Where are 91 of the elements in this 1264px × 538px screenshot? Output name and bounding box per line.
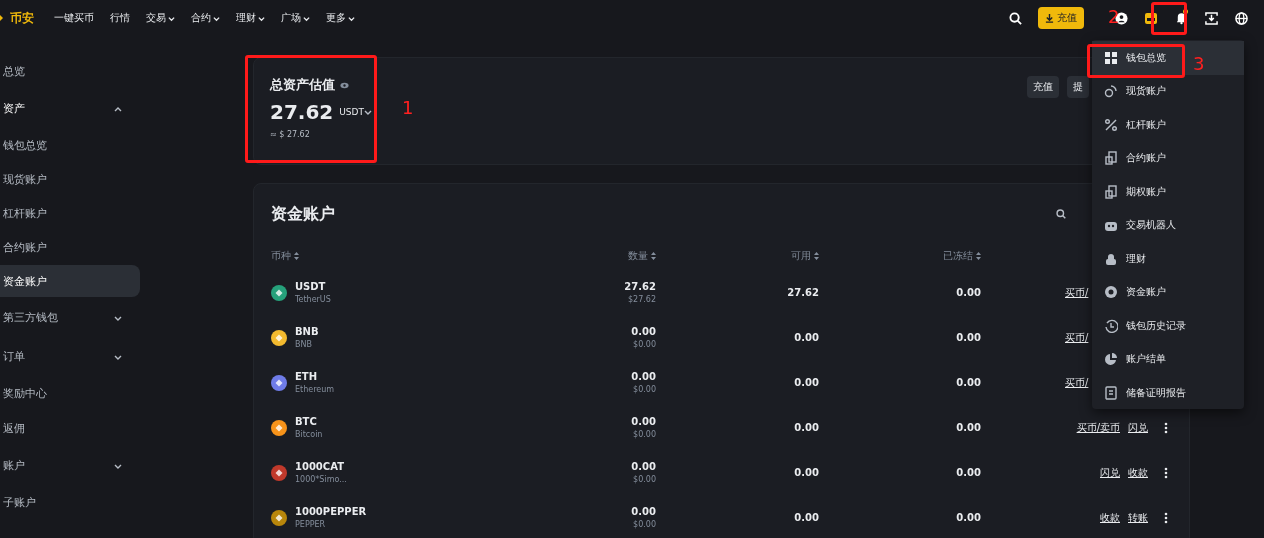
sidebar-item[interactable]: 账户 [3,458,25,473]
amount-cell: 0.00 [631,506,656,517]
amount-usd: $0.00 [632,430,656,439]
frozen-cell: 0.00 [956,422,981,433]
sidebar-item[interactable]: 合约账户 [0,231,140,263]
usd-value: ≈ $ 27.62 [270,130,311,139]
menu-item[interactable]: 钱包历史记录 [1092,309,1244,343]
amount-cell: 0.00 [631,461,656,472]
sidebar-item[interactable]: 钱包总览 [0,129,140,161]
frozen-cell: 0.00 [956,287,981,298]
coin-symbol: ETH [295,371,319,382]
menu-item[interactable]: 现货账户 [1092,74,1244,108]
menu-item[interactable]: 理财 [1092,242,1244,276]
menu-item[interactable]: 账户结单 [1092,342,1244,376]
amount-cell: 0.00 [631,416,656,427]
amount-usd: $0.00 [632,520,656,529]
sidebar-item[interactable]: 子账户 [3,495,36,510]
nav-link[interactable]: 行情 [110,11,130,25]
menu-item[interactable]: 资金账户 [1092,275,1244,309]
frozen-cell: 0.00 [956,377,981,388]
card-title: 资金账户 [271,203,335,225]
annotation-number: 3 [1193,53,1205,74]
amount-cell: 0.00 [631,371,656,382]
coin-name: TetherUS [295,295,331,304]
nav-link[interactable]: 一键买币 [54,11,94,25]
coin-symbol: BNB [295,326,319,337]
available-cell: 0.00 [794,377,819,388]
action-link[interactable]: 买币/ [1065,330,1089,345]
coin-name: PEPPER [295,520,327,529]
available-cell: 0.00 [794,422,819,433]
sidebar-item[interactable]: 奖励中心 [3,386,47,401]
coin-name: 1000*Simo... [295,475,347,484]
amount-cell: 27.62 [624,281,656,292]
available-cell: 27.62 [787,287,819,298]
frozen-cell: 0.00 [956,512,981,523]
annotation-number: 2 [1108,6,1120,27]
frozen-cell: 0.00 [956,467,981,478]
coin-symbol: 1000PEPPER [295,506,367,517]
sidebar-item[interactable]: 现货账户 [0,163,140,195]
menu-item[interactable]: 期权账户 [1092,175,1244,209]
action-link[interactable]: 闪兑 [1100,465,1120,480]
column-header[interactable]: 可用 [791,249,811,263]
coin-symbol: BTC [295,416,318,427]
amount-usd: $0.00 [632,340,656,349]
available-cell: 0.00 [794,332,819,343]
total-amount: 27.62 [270,100,334,124]
action-link[interactable]: 买币/ [1065,285,1089,300]
action-link[interactable]: 买币/卖币 [1076,420,1120,435]
available-cell: 0.00 [794,467,819,478]
coin-name: Ethereum [295,385,335,394]
menu-item[interactable]: 杠杆账户 [1092,108,1244,142]
deposit-button[interactable]: 充值 [1038,7,1084,29]
menu-item[interactable]: 储备证明报告 [1092,376,1244,410]
action-link[interactable]: 转账 [1128,510,1148,525]
coin-name: BNB [295,340,313,349]
currency-selector[interactable]: USDT [339,107,364,117]
coin-symbol: USDT [295,281,327,292]
overview-title: 总资产估值 [270,76,335,94]
action-button[interactable]: 提 [1067,76,1089,98]
nav-link[interactable]: 交易 [146,11,175,25]
sidebar-item[interactable]: 资产 [3,101,25,116]
menu-item[interactable]: 交易机器人 [1092,208,1244,242]
amount-usd: $0.00 [632,385,656,394]
available-cell: 0.00 [794,512,819,523]
menu-item[interactable]: 合约账户 [1092,141,1244,175]
column-header[interactable]: 数量 [628,249,648,263]
coin-name: Bitcoin [295,430,323,439]
sidebar-item[interactable]: 订单 [3,349,25,364]
amount-usd: $27.62 [627,295,656,304]
action-link[interactable]: 收款 [1100,510,1120,525]
sidebar-item[interactable]: 资金账户 [0,265,140,297]
sidebar-item[interactable]: 返佣 [3,421,25,436]
nav-link[interactable]: 广场 [281,11,310,25]
action-link[interactable]: 买币/ [1065,375,1089,390]
action-button[interactable]: 充值 [1027,76,1059,98]
annotation-number: 1 [402,97,414,118]
action-link[interactable]: 收款 [1128,465,1148,480]
column-header[interactable]: 已冻结 [943,249,973,263]
frozen-cell: 0.00 [956,332,981,343]
logo[interactable]: 币安 [10,9,34,27]
amount-cell: 0.00 [631,326,656,337]
coin-symbol: 1000CAT [295,461,345,472]
sidebar-item[interactable]: 总览 [3,64,25,79]
nav-link[interactable]: 更多 [326,11,355,25]
nav-link[interactable]: 合约 [191,11,220,25]
sidebar-item[interactable]: 第三方钱包 [3,310,58,325]
sidebar-item[interactable]: 杠杆账户 [0,197,140,229]
nav-link[interactable]: 理财 [236,11,265,25]
action-link[interactable]: 闪兑 [1128,420,1148,435]
amount-usd: $0.00 [632,475,656,484]
column-header[interactable]: 币种 [271,249,291,263]
